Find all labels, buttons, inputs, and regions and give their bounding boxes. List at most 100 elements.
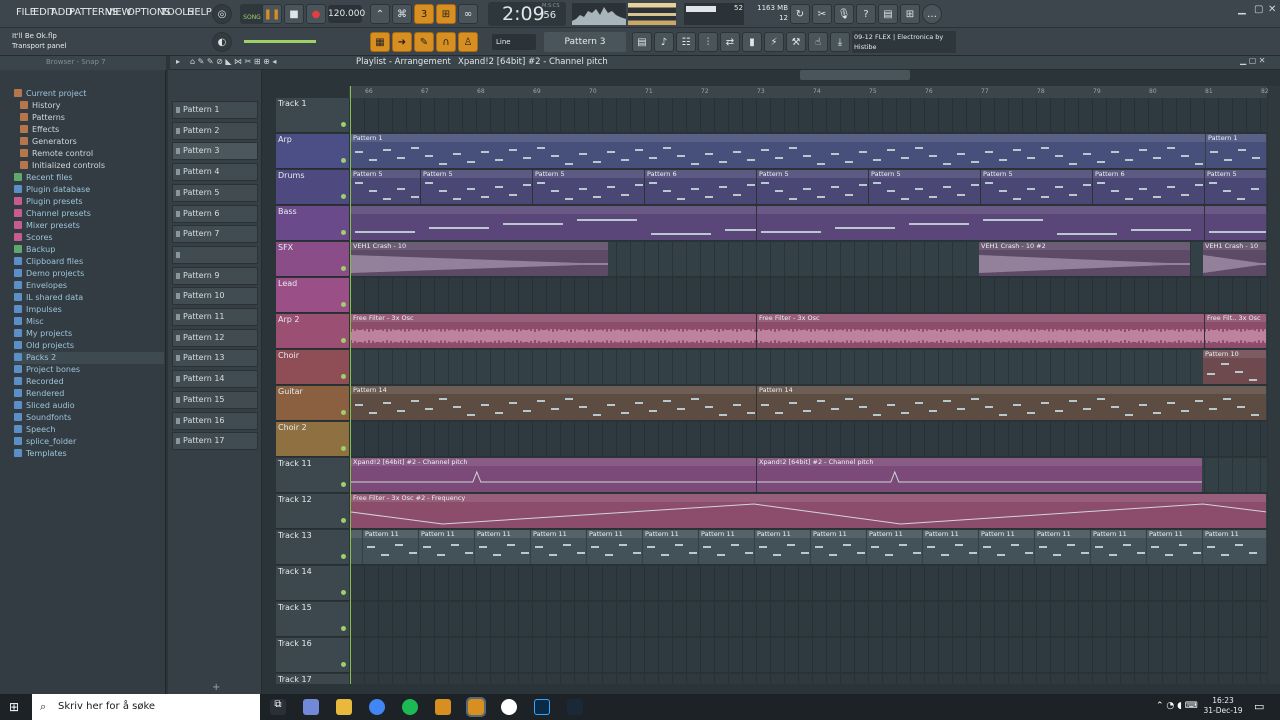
track-header[interactable]: Lead (276, 278, 349, 313)
playlist-clip[interactable]: Free Filter - 3x Osc (757, 314, 1204, 348)
track-lane[interactable]: Free Filter - 3x Osc #2 - Frequency (351, 494, 1267, 529)
playlist-clip[interactable] (351, 206, 756, 240)
playlist-clip[interactable]: Xpand!2 [64bit] #2 - Channel pitch (757, 458, 1202, 492)
track-mute-led[interactable] (341, 338, 346, 343)
playlist-tools-icons[interactable]: ⌂ ✎ ✎ ⊘ ◣ ⋈ ✂ ⊞ ⊕ ◂ (190, 57, 276, 66)
track-lane[interactable]: Xpand!2 [64bit] #2 - Channel pitch Xpand!… (351, 458, 1267, 493)
track-mute-led[interactable] (341, 158, 346, 163)
pattern-item[interactable]: Pattern 10 (172, 287, 258, 306)
steam-icon[interactable] (567, 699, 583, 715)
playlist-menu-icon[interactable]: ▸ (176, 57, 180, 66)
time-display[interactable]: 2:09 :56 M:S:CS (488, 2, 566, 26)
browser-item[interactable]: Sliced audio (14, 400, 75, 412)
app-icon[interactable] (501, 699, 517, 715)
metronome-icon[interactable]: ⌃ (370, 4, 390, 24)
file-explorer-icon[interactable] (336, 699, 352, 715)
playlist-clip[interactable]: Free Filter - 3x Osc #2 - Frequency (351, 494, 1266, 528)
browser-item[interactable]: Plugin database (14, 184, 90, 196)
pattern-item[interactable]: Pattern 16 (172, 411, 258, 430)
browser-item[interactable]: IL shared data (14, 292, 83, 304)
record-button[interactable]: ● (306, 4, 326, 24)
track-mute-led[interactable] (341, 626, 346, 631)
notification-icon[interactable]: ▭ (1254, 700, 1264, 713)
playlist-clip[interactable]: Pattern 11 (1091, 530, 1146, 564)
playlist-clip[interactable]: Pattern 5 (869, 170, 980, 204)
touch-icon[interactable]: ☝ (808, 32, 828, 52)
browser-item[interactable]: Packs 2 (14, 352, 164, 364)
playhead[interactable] (350, 86, 351, 684)
browser-item[interactable]: History (20, 100, 60, 112)
pattern-item[interactable]: Pattern 2 (172, 121, 258, 140)
mixer-icon[interactable]: ⫶ (698, 32, 718, 52)
piano-roll-icon[interactable]: ♪ (654, 32, 674, 52)
browser-item[interactable]: Demo projects (14, 268, 84, 280)
microphone-icon[interactable]: 🎙 (834, 4, 854, 24)
loop-record-icon[interactable]: ∞ (458, 4, 478, 24)
playlist-clip[interactable]: Xpand!2 [64bit] #2 - Channel pitch (351, 458, 756, 492)
playlist-clip[interactable]: VEH1 Crash - 10 #2 (979, 242, 1190, 276)
browser-item[interactable]: My projects (14, 328, 72, 340)
playlist-clip[interactable]: Pattern 11 (475, 530, 530, 564)
track-lane[interactable] (351, 602, 1267, 637)
playlist-clip[interactable]: Pattern 1 (351, 134, 1205, 168)
track-header[interactable]: Track 15 (276, 602, 349, 637)
track-lane[interactable]: Free Filter - 3x Osc Free Filter - 3x Osc… (351, 314, 1267, 349)
track-lane[interactable] (351, 278, 1267, 313)
track-header[interactable]: SFX (276, 242, 349, 277)
playlist-clip[interactable]: VEH1 Crash - 10 (351, 242, 608, 276)
news-panel[interactable]: 09-12 FLEX | Electronica by Histibe (852, 31, 956, 53)
track-mute-led[interactable] (341, 554, 346, 559)
stop-button[interactable]: ■ (284, 4, 304, 24)
minimize-icon[interactable]: ▁ (1238, 4, 1246, 15)
browser-item[interactable]: Misc (14, 316, 44, 328)
pattern-item[interactable]: Pattern 17 (172, 432, 258, 451)
track-lane[interactable] (351, 206, 1267, 241)
playlist-clip[interactable]: Pattern 14 (351, 386, 756, 420)
browser-item[interactable]: Recorded (14, 376, 64, 388)
browser-item[interactable]: Patterns (20, 112, 65, 124)
browser-item[interactable]: Remote control (20, 148, 93, 160)
track-lane[interactable] (351, 566, 1267, 601)
browser-item[interactable]: Backup (14, 244, 55, 256)
browser-item[interactable]: Mixer presets (14, 220, 80, 232)
track-header[interactable]: Track 13 (276, 530, 349, 565)
horizontal-scrollbar[interactable] (800, 70, 910, 80)
pattern-item[interactable] (172, 245, 258, 264)
track-header[interactable]: Arp (276, 134, 349, 169)
vertical-scrollbar[interactable] (1268, 86, 1280, 684)
browser-item[interactable]: Current project (14, 88, 86, 100)
pattern-song-toggle-icon[interactable]: ◎ (212, 4, 232, 24)
playlist-clip[interactable]: Pattern 11 (1203, 530, 1266, 564)
step-edit-icon[interactable]: ⊞ (436, 4, 456, 24)
plugin-icon[interactable]: ⊞ (900, 4, 920, 24)
pattern-item[interactable]: Pattern 3 (172, 142, 258, 161)
master-pitch-slider[interactable] (244, 40, 316, 43)
pattern-item[interactable]: Pattern 6 (172, 204, 258, 223)
track-mute-led[interactable] (341, 410, 346, 415)
discord-icon[interactable] (303, 699, 319, 715)
pattern-item[interactable]: Pattern 7 (172, 225, 258, 244)
browser-item[interactable]: Generators (20, 136, 77, 148)
playlist-clip[interactable]: Pattern 11 (699, 530, 754, 564)
pattern-item[interactable]: Pattern 9 (172, 266, 258, 285)
track-mute-led[interactable] (341, 194, 346, 199)
track-header[interactable]: Track 17 (276, 674, 349, 684)
playlist-clip[interactable]: Pattern 5 (351, 170, 420, 204)
track-lane[interactable] (351, 638, 1267, 673)
arrow-icon[interactable]: ➜ (392, 32, 412, 52)
undo-icon[interactable]: ↻ (790, 4, 810, 24)
browser-item[interactable]: Templates (14, 448, 67, 460)
track-header[interactable]: Bass (276, 206, 349, 241)
playlist-clip[interactable]: Pattern 11 (419, 530, 474, 564)
track-lane[interactable] (351, 674, 1267, 684)
maximize-icon[interactable]: ▢ (1254, 4, 1263, 15)
browser-item[interactable]: Initialized controls (20, 160, 105, 172)
track-mute-led[interactable] (341, 266, 346, 271)
pattern-item[interactable]: Pattern 5 (172, 183, 258, 202)
song-mode-label[interactable]: SONG (240, 4, 264, 24)
track-mute-led[interactable] (341, 662, 346, 667)
plug-icon[interactable]: ⚡ (764, 32, 784, 52)
track-header[interactable]: Guitar (276, 386, 349, 421)
track-mute-led[interactable] (341, 446, 346, 451)
master-volume-knob-icon[interactable]: ◐ (212, 32, 232, 52)
